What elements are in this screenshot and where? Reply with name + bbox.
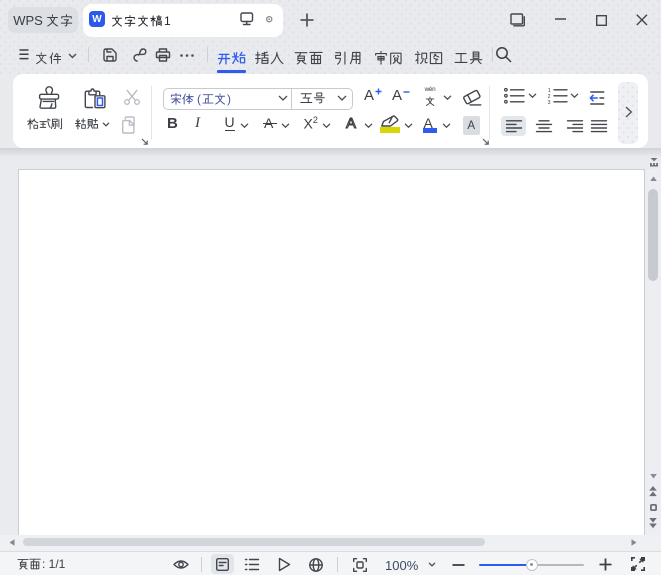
svg-text:3: 3	[548, 100, 551, 106]
